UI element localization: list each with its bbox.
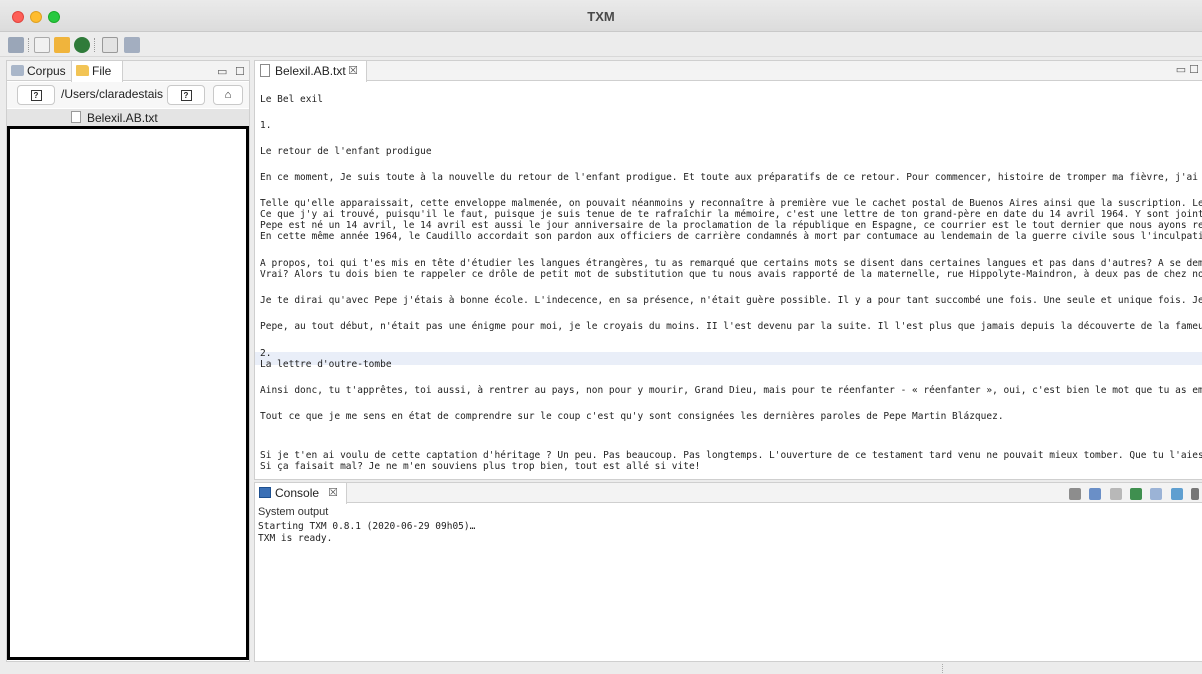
toolbar <box>0 33 1202 57</box>
text-editor: Belexil.AB.txt ☒ ▭ ☐ Le Bel exil 1. Le r… <box>254 60 1202 480</box>
corpus-icon <box>11 65 24 76</box>
text-line: La lettre d'outre-tombe <box>260 359 392 370</box>
file-nav-row: ? /Users/claradestais ? ⌂ <box>7 82 249 108</box>
clear-console-icon[interactable] <box>1068 487 1081 500</box>
console-line: Starting TXM 0.8.1 (2020-06-29 09h05)… <box>258 521 476 532</box>
file-list-area[interactable] <box>7 126 249 660</box>
minimize-pane-icon[interactable]: ▭ <box>217 65 227 78</box>
help-button-left[interactable]: ? <box>17 85 55 105</box>
home-button[interactable]: ⌂ <box>213 85 243 105</box>
text-line: 1. <box>260 120 272 131</box>
toolbar-import-icon[interactable] <box>102 37 118 53</box>
scroll-lock-icon[interactable] <box>1089 487 1102 500</box>
text-line: En cette même année 1964, le Caudillo ac… <box>260 231 1202 242</box>
text-line: Ainsi donc, tu t'apprêtes, toi aussi, à … <box>260 385 1202 396</box>
close-tab-icon[interactable]: ☒ <box>348 64 358 77</box>
help-button-right[interactable]: ? <box>167 85 205 105</box>
text-line: Le retour de l'enfant prodigue <box>260 146 432 157</box>
left-tab-row: Corpus File ▭ ☐ <box>7 61 249 82</box>
folder-icon <box>76 65 89 76</box>
open-console-icon[interactable] <box>1170 487 1183 500</box>
document-icon <box>260 64 270 77</box>
editor-tab-row: Belexil.AB.txt ☒ ▭ ☐ <box>255 61 1202 82</box>
editor-text-area[interactable]: Le Bel exil 1. Le retour de l'enfant pro… <box>255 82 1202 479</box>
pin-console-icon[interactable] <box>1129 487 1142 500</box>
editor-minimize-icon[interactable]: ▭ ☐ <box>1176 63 1199 76</box>
file-list-item[interactable]: Belexil.AB.txt <box>7 109 249 126</box>
toolbar-refresh-icon[interactable] <box>74 37 90 53</box>
maximize-pane-icon[interactable]: ☐ <box>235 65 245 78</box>
tab-file[interactable]: File <box>71 61 123 82</box>
text-line: Tout ce que je me sens en état de compre… <box>260 411 1004 422</box>
toolbar-txm-icon[interactable] <box>124 37 140 53</box>
txm-window: TXM Corpus File ▭ ☐ ? /Users/claradestai… <box>0 0 1202 674</box>
text-line: Je te dirai qu'avec Pepe j'étais à bonne… <box>260 295 1202 306</box>
close-console-icon[interactable]: ☒ <box>328 486 338 499</box>
console-line: TXM is ready. <box>258 533 333 544</box>
console-header: System output <box>258 506 329 518</box>
console-toolbar <box>1064 486 1199 500</box>
status-bar <box>0 663 1202 674</box>
display-console-icon[interactable] <box>1150 487 1163 500</box>
console-icon <box>259 487 271 498</box>
path-label: /Users/claradestais <box>61 87 164 101</box>
window-title: TXM <box>587 9 615 24</box>
title-bar: TXM <box>0 0 1202 32</box>
text-line: En ce moment, Je suis toute à la nouvell… <box>260 172 1202 183</box>
tab-corpus[interactable]: Corpus <box>7 61 71 81</box>
toolbar-corpus-icon[interactable] <box>8 37 24 53</box>
text-line: Pepe, au tout début, n'était pas une éni… <box>260 321 1202 332</box>
text-line: Le Bel exil <box>260 94 323 105</box>
word-wrap-icon[interactable] <box>1109 487 1122 500</box>
console-minimize-icon[interactable] <box>1191 487 1199 500</box>
tab-belexil[interactable]: Belexil.AB.txt ☒ <box>255 61 367 82</box>
text-line: Si ça faisait mal? Je ne m'en souviens p… <box>260 461 701 472</box>
console-tab-row: Console ☒ <box>255 483 1202 504</box>
toolbar-new-file-icon[interactable] <box>34 37 50 53</box>
status-divider <box>942 664 943 673</box>
current-line-highlight <box>255 352 1202 365</box>
file-explorer-panel: Corpus File ▭ ☐ ? /Users/claradestais ? … <box>6 60 250 662</box>
file-icon <box>71 111 81 123</box>
toolbar-open-folder-icon[interactable] <box>54 37 70 53</box>
console-panel: Console ☒ System output Starting TXM 0.8… <box>254 482 1202 662</box>
tab-console[interactable]: Console ☒ <box>255 483 347 504</box>
text-line: Vrai? Alors tu dois bien te rappeler ce … <box>260 269 1202 280</box>
